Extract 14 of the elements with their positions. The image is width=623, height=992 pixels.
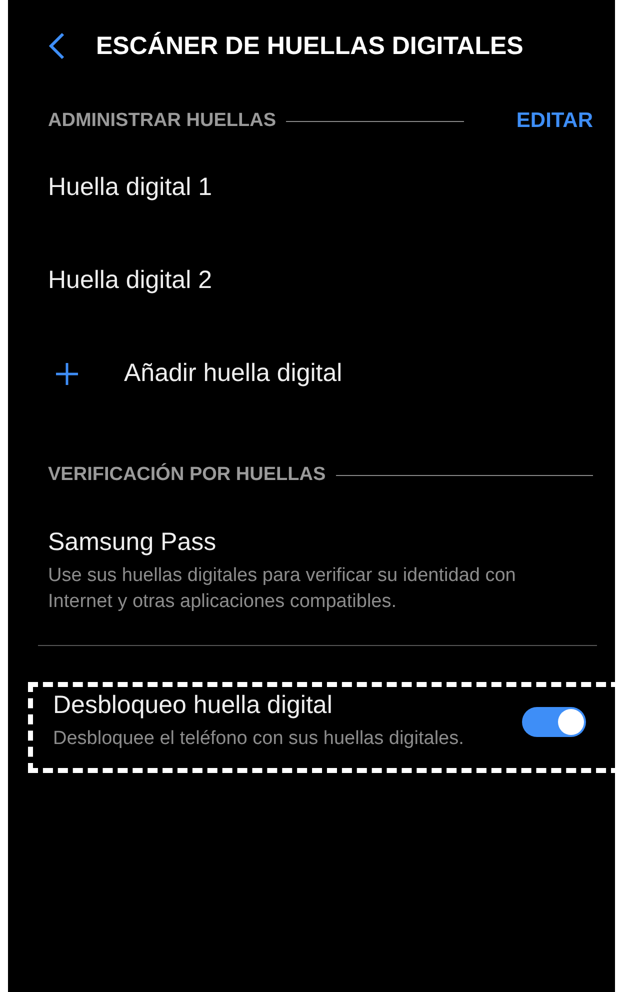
toggle-switch[interactable] <box>522 706 586 736</box>
list-item[interactable]: Huella digital 1 <box>8 141 615 234</box>
add-fingerprint-link[interactable]: Añadir huella digital <box>124 359 342 388</box>
back-icon[interactable] <box>48 32 66 60</box>
section-header: VERIFICACIÓN POR HUELLAS <box>48 464 326 486</box>
screen-title: ESCÁNER DE HUELLAS DIGITALES <box>96 32 524 60</box>
edit-button[interactable]: EDITAR <box>516 109 593 133</box>
plus-icon[interactable] <box>56 362 78 384</box>
setting-description: Use sus huellas digitales para verificar su identidad con Internet y otras aplicaciones compatibles. <box>48 564 517 614</box>
list-item[interactable]: Huella digital 2 <box>8 234 615 327</box>
section-header: ADMINISTRAR HUELLAS <box>48 110 276 132</box>
setting-description: Desbloquee el teléfono con sus huellas digitales. <box>53 727 465 751</box>
setting-title[interactable]: Samsung Pass <box>48 528 575 557</box>
setting-title[interactable]: Desbloqueo huella digital <box>53 691 502 720</box>
